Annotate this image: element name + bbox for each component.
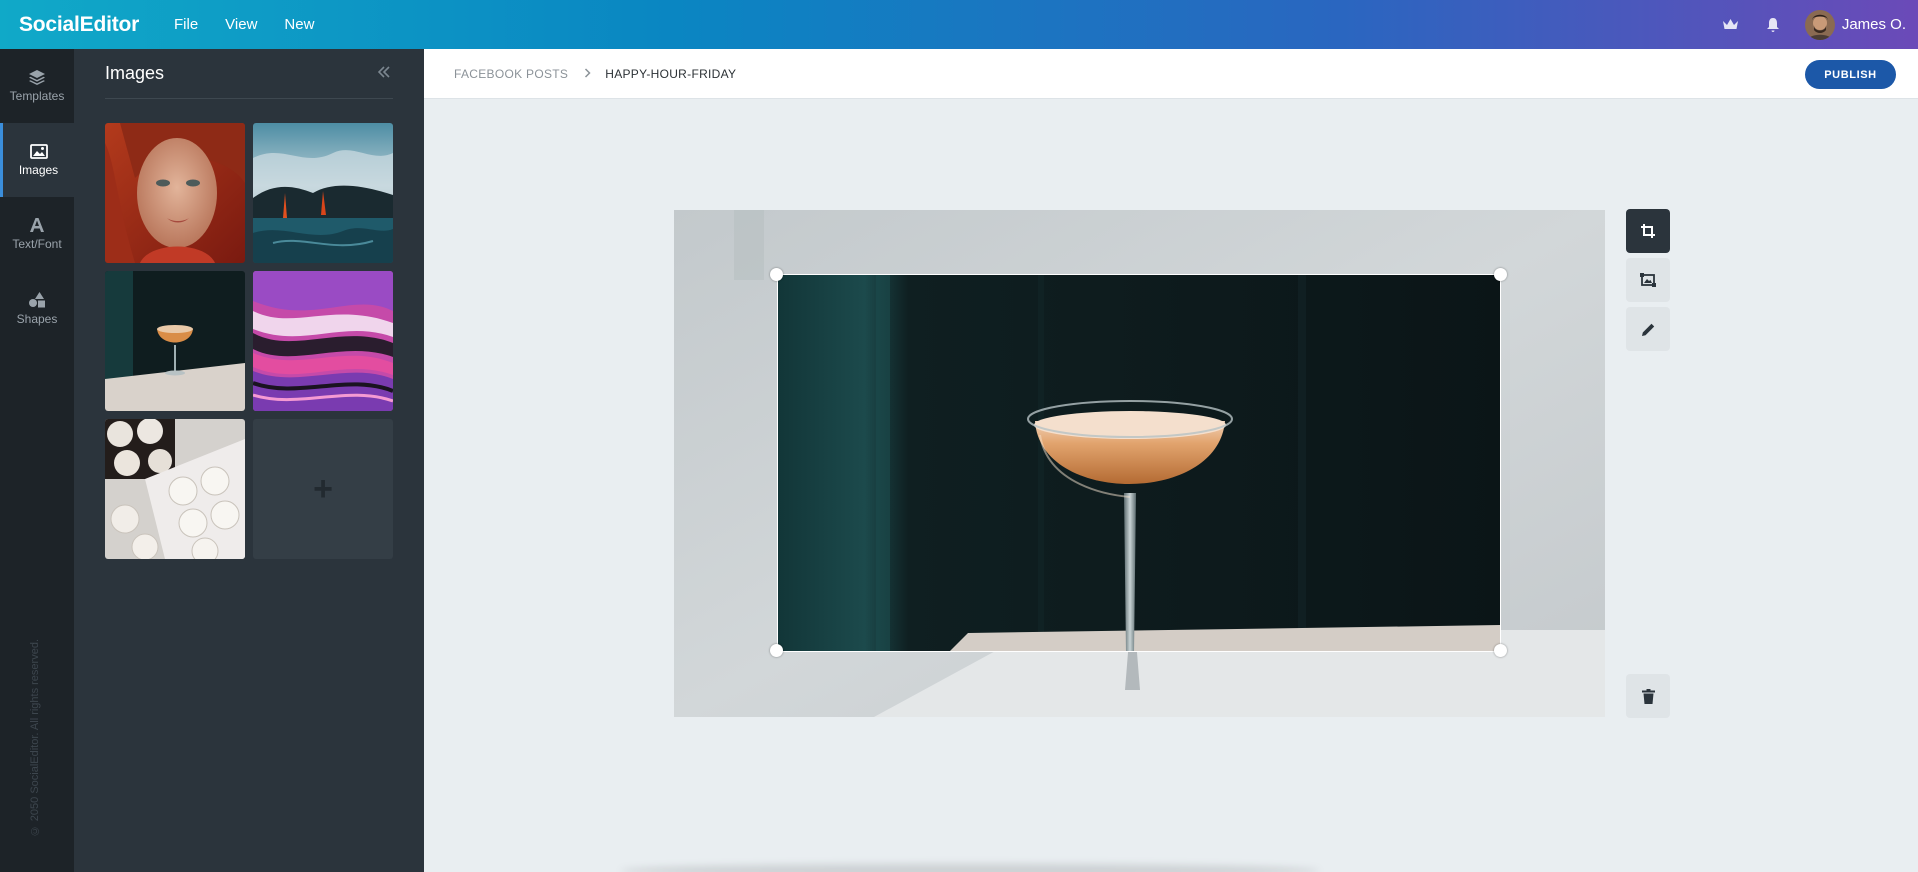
image-thumbnail-pink-marble[interactable] (253, 271, 393, 411)
user-avatar[interactable] (1804, 9, 1835, 40)
menu-view[interactable]: View (225, 16, 257, 33)
add-image-button[interactable]: + (253, 419, 393, 559)
breadcrumb: FACEBOOK POSTS HAPPY-HOUR-FRIDAY PUBLISH (424, 49, 1918, 99)
crop-icon (1641, 224, 1655, 238)
crop-handle-top-left[interactable] (770, 268, 783, 281)
user-name[interactable]: James O. (1842, 16, 1906, 33)
double-chevron-left-icon[interactable] (377, 65, 391, 83)
rail-label-text-font: Text/Font (12, 237, 62, 251)
crop-handle-top-right[interactable] (1494, 268, 1507, 281)
trash-icon (1641, 688, 1655, 704)
crop-button[interactable] (1626, 209, 1670, 253)
replace-image-icon (1640, 273, 1656, 287)
menu-file[interactable]: File (174, 16, 198, 33)
app-logo[interactable]: SocialEditor (19, 13, 174, 37)
delete-button[interactable] (1626, 674, 1670, 718)
top-bar: SocialEditor File View New James O. (0, 0, 1918, 49)
image-thumbnail-cocktail-glass[interactable] (105, 271, 245, 411)
crop-handle-bottom-right[interactable] (1494, 644, 1507, 657)
edit-button[interactable] (1626, 307, 1670, 351)
menu-new[interactable]: New (284, 16, 314, 33)
image-icon (29, 143, 48, 159)
crown-icon[interactable] (1721, 15, 1741, 35)
rail-item-images[interactable]: Images (0, 123, 74, 197)
edit-pencil-icon (1641, 323, 1654, 336)
chevron-right-icon (584, 67, 591, 81)
plus-icon: + (313, 469, 333, 508)
shapes-icon (29, 291, 45, 307)
replace-image-button[interactable] (1626, 258, 1670, 302)
rail-label-templates: Templates (9, 89, 65, 103)
top-right-controls: James O. (1721, 0, 1906, 49)
rail-item-text-font[interactable]: Text/Font (0, 197, 74, 271)
selected-image-cocktail[interactable] (777, 274, 1501, 652)
image-grid: + (105, 123, 393, 559)
page-shadow (620, 864, 1320, 872)
rail-label-shapes: Shapes (16, 311, 58, 326)
image-thumbnail-lava-ocean[interactable] (253, 123, 393, 263)
rail-label-images: Images (18, 162, 59, 177)
rail-item-templates[interactable]: Templates (0, 49, 74, 123)
copyright-notice: © 2050 SocialEditor. All rights reserved… (29, 639, 41, 837)
panel-title: Images (105, 63, 165, 83)
image-thumbnail-woman-portrait[interactable] (105, 123, 245, 263)
panel-header: Images (105, 49, 393, 99)
layers-icon (29, 70, 45, 85)
publish-button[interactable]: PUBLISH (1805, 60, 1896, 89)
main-menu: File View New (174, 16, 341, 33)
breadcrumb-current: HAPPY-HOUR-FRIDAY (605, 66, 737, 81)
breadcrumb-parent[interactable]: FACEBOOK POSTS (454, 67, 568, 81)
left-rail: Templates Images Text/Font Shapes © 2050… (0, 49, 74, 872)
crop-handle-bottom-left[interactable] (770, 644, 783, 657)
bell-icon[interactable] (1763, 15, 1783, 35)
rail-item-shapes[interactable]: Shapes (0, 271, 74, 345)
text-icon (30, 218, 44, 232)
images-panel: Images + (74, 49, 424, 872)
image-thumbnail-meringues[interactable] (105, 419, 245, 559)
